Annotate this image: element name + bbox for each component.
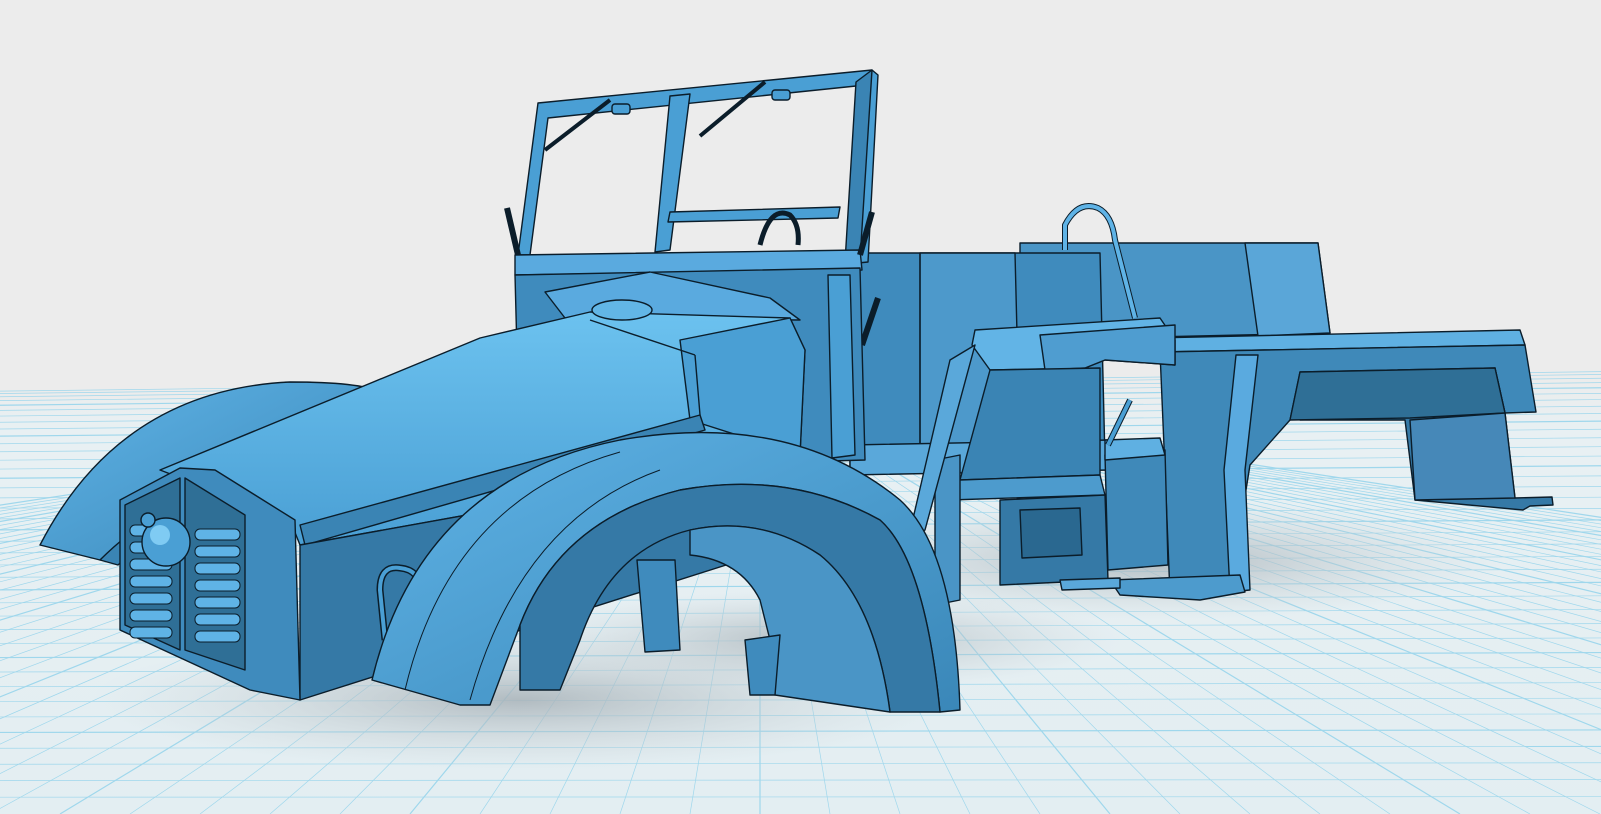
3d-viewport[interactable] (0, 0, 1601, 814)
model-scene[interactable] (0, 0, 1601, 814)
